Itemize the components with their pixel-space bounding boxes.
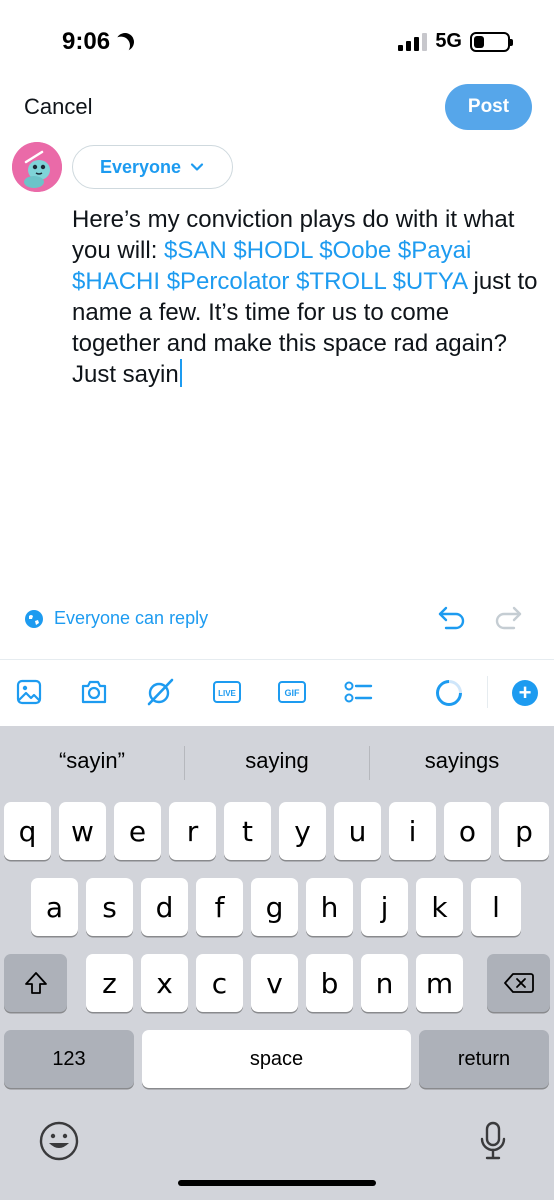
key-g[interactable]: g [251,878,298,936]
key-c[interactable]: c [196,954,243,1012]
key-i[interactable]: i [389,802,436,860]
key-f[interactable]: f [196,878,243,936]
live-label: LIVE [218,689,236,698]
key-d[interactable]: d [141,878,188,936]
gif-label: GIF [285,688,301,698]
network-label: 5G [435,30,462,52]
clock-text: 9:06 [62,28,111,55]
cancel-button[interactable]: Cancel [24,94,92,120]
audience-selector[interactable]: Everyone [72,145,233,189]
image-icon[interactable] [13,676,45,708]
add-post-button[interactable]: + [512,680,538,706]
key-y[interactable]: y [279,802,326,860]
key-h[interactable]: h [306,878,353,936]
key-n[interactable]: n [361,954,408,1012]
key-q[interactable]: q [4,802,51,860]
character-count-ring [430,674,468,712]
audience-label: Everyone [99,156,182,177]
status-indicators: 5G [398,30,513,53]
status-time: 9:06 [62,28,134,56]
shift-key[interactable] [4,954,67,1012]
key-s[interactable]: s [86,878,133,936]
moon-icon [114,30,137,53]
key-l[interactable]: l [471,878,521,936]
undo-icon[interactable] [436,604,468,639]
key-w[interactable]: w [59,802,106,860]
key-p[interactable]: p [499,802,549,860]
live-icon[interactable]: LIVE [211,676,243,708]
redo-icon[interactable] [492,604,524,639]
key-u[interactable]: u [334,802,381,860]
key-j[interactable]: j [361,878,408,936]
key-r[interactable]: r [169,802,216,860]
gif-icon[interactable]: GIF [276,676,308,708]
emoji-icon[interactable] [38,1120,80,1167]
suggestion-2[interactable]: saying [185,748,369,774]
globe-icon [25,609,43,628]
return-key[interactable]: return [419,1030,549,1088]
post-button[interactable]: Post [445,84,532,130]
narwhal-avatar-icon [12,142,62,192]
key-k[interactable]: k [416,878,463,936]
key-m[interactable]: m [416,954,463,1012]
shift-icon [24,972,47,994]
toolbar-separator [487,676,488,708]
text-cursor [179,359,182,387]
key-v[interactable]: v [251,954,298,1012]
camera-icon[interactable] [78,676,110,708]
delete-key[interactable] [487,954,550,1012]
key-a[interactable]: a [31,878,78,936]
toolbar-divider [0,659,554,660]
compose-textarea[interactable]: Here’s my conviction plays do with it wh… [72,204,542,390]
reply-setting-label: Everyone can reply [54,608,209,628]
key-x[interactable]: x [141,954,188,1012]
space-key[interactable]: space [142,1030,411,1088]
keyboard: “sayin” saying sayings q w e r t y u i o… [0,726,554,1200]
key-t[interactable]: t [224,802,271,860]
suggestion-bar: “sayin” saying sayings [0,726,554,800]
microphone-icon[interactable] [478,1120,508,1169]
avatar[interactable] [12,142,62,192]
poll-icon[interactable] [342,676,374,708]
battery-icon [470,31,513,52]
suggestion-3[interactable]: sayings [370,748,554,774]
numbers-key[interactable]: 123 [4,1030,134,1088]
key-b[interactable]: b [306,954,353,1012]
key-z[interactable]: z [86,954,133,1012]
key-o[interactable]: o [444,802,491,860]
key-e[interactable]: e [114,802,161,860]
home-indicator [178,1180,376,1186]
suggestion-1[interactable]: “sayin” [0,748,184,774]
grok-icon[interactable] [144,676,176,708]
reply-setting[interactable]: Everyone can reply [24,608,208,629]
signal-icon [398,32,428,51]
chevron-down-icon [190,163,204,171]
backspace-icon [503,973,534,993]
